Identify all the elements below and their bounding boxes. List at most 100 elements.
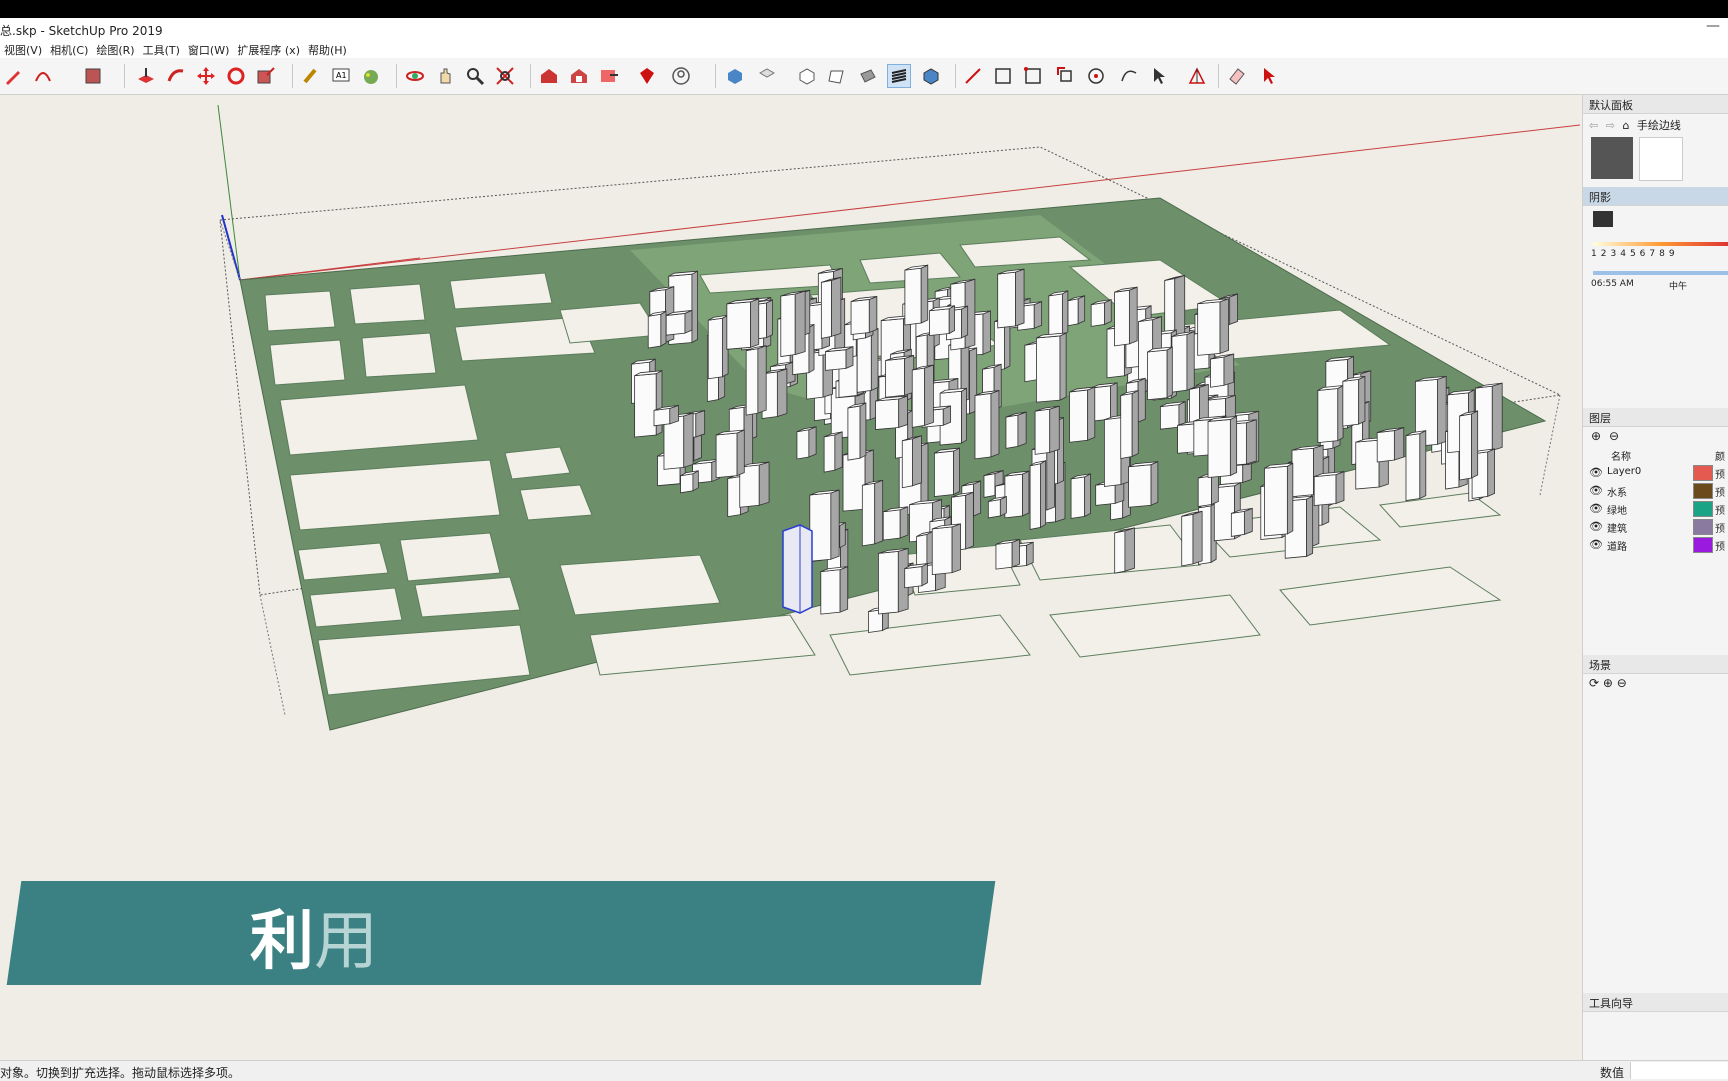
pencil-icon[interactable] [2, 65, 24, 87]
scene-remove-icon[interactable]: ⊖ [1617, 676, 1627, 690]
building-side [1393, 427, 1405, 461]
shadows-header[interactable]: 阴影 [1583, 187, 1728, 206]
arc2-icon[interactable] [1118, 65, 1140, 87]
layer-color-swatch[interactable] [1693, 537, 1713, 553]
front-view-icon[interactable] [796, 65, 818, 87]
menu-camera[interactable]: 相机(C) [46, 40, 92, 58]
building [931, 526, 953, 576]
layer-row[interactable]: 👁 Layer0 预 [1583, 464, 1728, 482]
home-icon[interactable]: ⌂ [1622, 119, 1629, 132]
building [1317, 388, 1339, 444]
layers-header[interactable]: 图层 [1583, 408, 1728, 427]
rectangle-icon[interactable] [992, 65, 1014, 87]
instructor-title: 工具向导 [1589, 997, 1633, 1010]
arc-icon[interactable] [32, 65, 54, 87]
status-bar: 对象。切换到扩充选择。拖动鼠标选择多项。 数值 [0, 1060, 1728, 1081]
building-side [990, 389, 1000, 458]
building [1159, 404, 1180, 430]
select-icon[interactable] [1148, 65, 1170, 87]
right-view-icon[interactable] [826, 65, 848, 87]
month-slider[interactable] [1593, 242, 1728, 246]
building [1181, 513, 1194, 567]
zoom-extents-icon[interactable] [494, 65, 516, 87]
back-view-icon[interactable] [857, 65, 879, 87]
scenes-header[interactable]: 场景 [1583, 655, 1728, 674]
visibility-eye-icon[interactable]: 👁 [1589, 502, 1603, 515]
paint-icon[interactable] [360, 65, 382, 87]
text-icon[interactable]: A1 [330, 65, 352, 87]
move-icon[interactable] [195, 65, 217, 87]
layer-name: 建筑 [1607, 524, 1627, 535]
building [882, 509, 901, 541]
layer-row[interactable]: 👁 绿地 预 [1583, 500, 1728, 518]
tape-measure-icon[interactable] [300, 65, 322, 87]
circle-icon[interactable] [1085, 65, 1107, 87]
visibility-eye-icon[interactable]: 👁 [1589, 520, 1603, 533]
layer-add-icon[interactable]: ⊕ [1591, 429, 1601, 443]
layer-color-swatch[interactable] [1693, 483, 1713, 499]
layer-row[interactable]: 👁 道路 预 [1583, 536, 1728, 554]
layer-color-swatch[interactable] [1693, 501, 1713, 517]
scene-add-icon[interactable]: ⊕ [1603, 676, 1613, 690]
minimize-button[interactable]: — [1706, 18, 1720, 34]
shadow-toggle-icon[interactable] [1593, 211, 1613, 227]
visibility-eye-icon[interactable]: 👁 [1589, 484, 1603, 497]
orbit-icon[interactable] [404, 65, 426, 87]
eraser-icon[interactable] [1226, 65, 1248, 87]
building [1004, 473, 1023, 519]
ruby-icon[interactable] [636, 65, 658, 87]
building [1128, 464, 1152, 508]
visibility-eye-icon[interactable]: 👁 [1589, 538, 1603, 551]
building-side [1245, 419, 1257, 465]
send-layout-icon[interactable] [598, 65, 620, 87]
rotate-icon[interactable] [225, 65, 247, 87]
left-view-icon[interactable] [887, 64, 911, 88]
menu-window[interactable]: 窗口(W) [184, 40, 233, 58]
top-view-icon[interactable] [756, 65, 778, 87]
extension-warehouse-icon[interactable] [568, 65, 590, 87]
iso-view-icon[interactable] [724, 65, 746, 87]
section-icon[interactable] [1186, 65, 1208, 87]
instructor-header[interactable]: 工具向导 [1583, 993, 1728, 1012]
warehouse-icon[interactable] [538, 65, 560, 87]
back-arrow-icon[interactable]: ⇦ [1589, 119, 1598, 132]
layer-color-swatch[interactable] [1693, 465, 1713, 481]
menu-help[interactable]: 帮助(H) [304, 40, 351, 58]
layers-col-color: 颜 [1715, 452, 1725, 463]
building-side [1337, 384, 1344, 442]
time-slider[interactable] [1593, 271, 1728, 275]
menu-tools[interactable]: 工具(T) [139, 40, 184, 58]
building-side [839, 521, 846, 549]
paint-bucket-icon[interactable] [82, 65, 104, 87]
building [1067, 298, 1079, 327]
menu-draw[interactable]: 绘图(R) [92, 40, 138, 58]
building [974, 392, 992, 460]
layer-row[interactable]: 👁 水系 预 [1583, 482, 1728, 500]
layer-color-swatch[interactable] [1693, 519, 1713, 535]
bottom-view-icon[interactable] [920, 65, 942, 87]
follow-me-icon[interactable] [165, 65, 187, 87]
layer-row[interactable]: 👁 建筑 预 [1583, 518, 1728, 536]
push-pull-icon[interactable] [135, 65, 157, 87]
zoom-icon[interactable] [464, 65, 486, 87]
building [983, 473, 996, 498]
style-name-field[interactable]: 手绘边线 [1637, 119, 1681, 132]
pan-icon[interactable] [434, 65, 456, 87]
menu-view[interactable]: 视图(V) [0, 40, 46, 58]
measurements-input[interactable] [1630, 1062, 1728, 1079]
scale-icon[interactable] [255, 65, 277, 87]
building-side [766, 299, 774, 339]
building-side [1243, 507, 1253, 536]
visibility-eye-icon[interactable]: 👁 [1589, 466, 1603, 479]
select-arrow-icon[interactable] [1258, 65, 1280, 87]
offset-icon[interactable] [1055, 65, 1077, 87]
menu-extensions[interactable]: 扩展程序 (x) [233, 40, 304, 58]
account-icon[interactable] [670, 65, 692, 87]
style-thumbnail-selected[interactable] [1591, 137, 1633, 179]
forward-arrow-icon[interactable]: ⇨ [1606, 119, 1615, 132]
refresh-icon[interactable]: ⟳ [1589, 676, 1599, 690]
style-thumbnail[interactable] [1639, 137, 1683, 181]
line-icon[interactable] [962, 65, 984, 87]
rotated-rectangle-icon[interactable] [1022, 65, 1044, 87]
layer-remove-icon[interactable]: ⊖ [1609, 429, 1619, 443]
